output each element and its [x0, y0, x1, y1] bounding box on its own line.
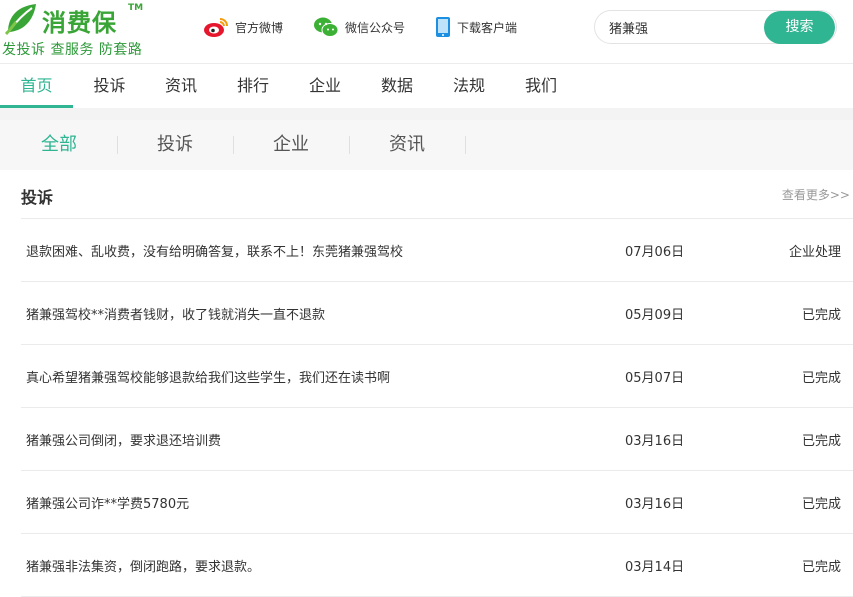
- tab-companies[interactable]: 企业: [233, 120, 349, 170]
- complaint-date: 07月06日: [625, 245, 685, 260]
- nav-item-home[interactable]: 首页: [0, 64, 73, 108]
- download-client-link[interactable]: 下载客户端: [435, 16, 517, 38]
- complaint-title[interactable]: 猪兼强公司诈**学费5780元: [26, 493, 189, 512]
- complaint-title[interactable]: 真心希望猪兼强驾校能够退款给我们这些学生，我们还在读书啊: [26, 367, 390, 386]
- complaint-date: 03月16日: [625, 497, 685, 512]
- complaint-status: 企业处理: [788, 245, 841, 260]
- complaint-title[interactable]: 猪兼强公司倒闭，要求退还培训费: [26, 430, 221, 449]
- wechat-link-label: 微信公众号: [345, 20, 406, 35]
- nav-item-complaints[interactable]: 投诉: [73, 64, 146, 108]
- nav-item-news[interactable]: 资讯: [145, 64, 217, 108]
- logo-slogan: 发投诉 查服务 防套路: [2, 42, 143, 58]
- complaint-row[interactable]: 退款困难、乱收费，没有给明确答复，联系不上！东莞猪兼强驾校 07月06日 企业处…: [21, 219, 853, 282]
- complaint-status: 已完成: [801, 497, 841, 512]
- section-title: 投诉: [21, 188, 54, 207]
- complaint-row[interactable]: 猪兼强非法集资，倒闭跑路，要求退款。 03月14日 已完成: [21, 534, 853, 597]
- complaint-status: 已完成: [801, 560, 841, 575]
- result-filter-tabs: 全部 投诉 企业 资讯: [0, 120, 853, 170]
- logo-trademark: TM: [128, 3, 144, 13]
- weibo-link[interactable]: 官方微博: [203, 16, 283, 38]
- nav-item-rankings[interactable]: 排行: [217, 64, 289, 108]
- complaint-date: 05月09日: [625, 308, 685, 323]
- complaint-title[interactable]: 猪兼强驾校**消费者钱财，收了钱就消失一直不退款: [26, 304, 325, 323]
- complaint-status: 已完成: [801, 371, 841, 386]
- complaint-row[interactable]: 真心希望猪兼强驾校能够退款给我们这些学生，我们还在读书啊 05月07日 已完成: [21, 345, 853, 408]
- search-input[interactable]: [609, 17, 759, 37]
- tab-divider: [465, 136, 466, 154]
- search-button[interactable]: 搜索: [764, 11, 835, 44]
- complaint-status: 已完成: [801, 434, 841, 449]
- search-box: 搜索: [594, 10, 837, 44]
- nav-item-data[interactable]: 数据: [361, 64, 433, 108]
- complaint-row[interactable]: 猪兼强驾校**消费者钱财，收了钱就消失一直不退款 05月09日 已完成: [21, 282, 853, 345]
- complaint-date: 03月16日: [625, 434, 685, 449]
- complaint-date: 05月07日: [625, 371, 685, 386]
- complaint-date: 03月14日: [625, 560, 685, 575]
- view-more-link[interactable]: 查看更多>>: [782, 186, 850, 203]
- top-links: 官方微博 微信公众号 下载客户端: [203, 14, 547, 40]
- complaint-status: 已完成: [801, 308, 841, 323]
- complaint-row[interactable]: 猪兼强公司倒闭，要求退还培训费 03月16日 已完成: [21, 408, 853, 471]
- tab-complaints[interactable]: 投诉: [117, 120, 233, 170]
- nav-item-regulations[interactable]: 法规: [433, 64, 505, 108]
- wechat-link[interactable]: 微信公众号: [313, 16, 405, 38]
- nav-item-about-us[interactable]: 我们: [505, 64, 577, 108]
- tab-all[interactable]: 全部: [1, 120, 117, 170]
- logo-name: 消费保: [42, 9, 117, 37]
- complaints-section: 投诉 查看更多>> 退款困难、乱收费，没有给明确答复，联系不上！东莞猪兼强驾校 …: [0, 170, 853, 597]
- main-nav: 首页 投诉 资讯 排行 企业 数据 法规 我们: [0, 63, 853, 108]
- complaint-row[interactable]: 猪兼强公司诈**学费5780元 03月16日 已完成: [21, 471, 853, 534]
- site-header: 消费保 TM 发投诉 查服务 防套路 官方微博 微信公众号 下载客户端 猪兼强 …: [0, 0, 853, 62]
- phone-icon: [436, 17, 451, 37]
- wechat-icon: [314, 17, 339, 37]
- complaint-title[interactable]: 猪兼强非法集资，倒闭跑路，要求退款。: [26, 556, 260, 575]
- weibo-icon: [204, 18, 228, 37]
- leaf-logo-icon: [4, 4, 36, 36]
- tab-news[interactable]: 资讯: [349, 120, 465, 170]
- site-logo[interactable]: 消费保 TM 发投诉 查服务 防套路: [2, 2, 162, 58]
- nav-item-companies[interactable]: 企业: [289, 64, 361, 108]
- download-client-label: 下载客户端: [457, 20, 518, 35]
- weibo-link-label: 官方微博: [235, 20, 284, 35]
- complaint-title[interactable]: 退款困难、乱收费，没有给明确答复，联系不上！东莞猪兼强驾校: [26, 241, 403, 260]
